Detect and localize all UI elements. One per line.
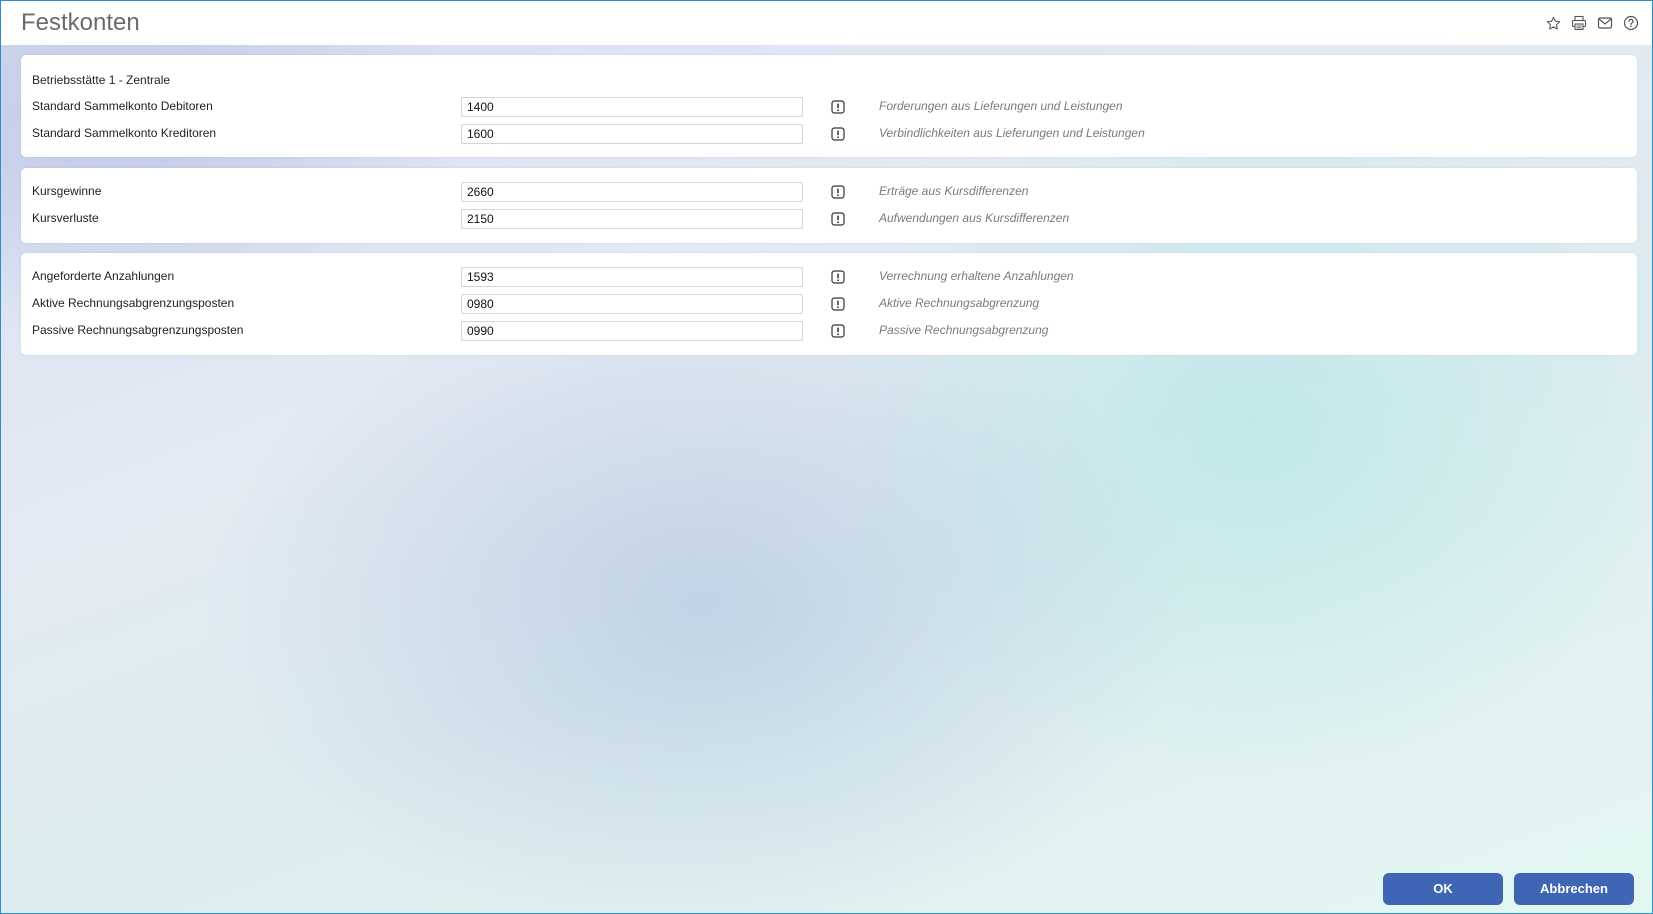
form-row-aktive-rap: Aktive Rechnungsabgrenzungsposten Aktive… [21,294,1637,316]
form-row-anzahlungen: Angeforderte Anzahlungen Verrechnung erh… [21,267,1637,289]
title-bar: Festkonten [1,1,1652,45]
field-description: Verrechnung erhaltene Anzahlungen [879,269,1074,283]
field-description: Passive Rechnungsabgrenzung [879,323,1049,337]
field-label: Angeforderte Anzahlungen [32,269,175,283]
alert-icon[interactable] [831,324,845,338]
dialog-window: Festkonten Betriebsstätte 1 - Zentrale S… [0,0,1653,914]
section-accruals: Angeforderte Anzahlungen Verrechnung erh… [21,253,1637,355]
field-description: Verbindlichkeiten aus Lieferungen und Le… [879,126,1145,140]
alert-icon[interactable] [831,212,845,226]
account-input-debitoren[interactable] [461,97,803,117]
alert-icon[interactable] [831,185,845,199]
ok-button[interactable]: OK [1383,873,1503,905]
field-description: Aktive Rechnungsabgrenzung [879,296,1040,310]
section-heading: Betriebsstätte 1 - Zentrale [32,73,171,87]
page-title: Festkonten [21,9,140,36]
field-label: Standard Sammelkonto Kreditoren [32,126,217,140]
form-row-passive-rap: Passive Rechnungsabgrenzungsposten Passi… [21,321,1637,343]
account-input-passive-rap[interactable] [461,321,803,341]
alert-icon[interactable] [831,297,845,311]
alert-icon[interactable] [831,127,845,141]
alert-icon[interactable] [831,100,845,114]
form-row-kursverluste: Kursverluste Aufwendungen aus Kursdiffer… [21,209,1637,231]
section-exchange-rates: Kursgewinne Erträge aus Kursdifferenzen … [21,168,1637,243]
account-input-aktive-rap[interactable] [461,294,803,314]
field-description: Forderungen aus Lieferungen und Leistung… [879,99,1123,113]
account-input-kreditoren[interactable] [461,124,803,144]
account-input-anzahlungen[interactable] [461,267,803,287]
mail-icon[interactable] [1596,14,1614,32]
field-label: Kursverluste [32,211,99,225]
field-description: Erträge aus Kursdifferenzen [879,184,1029,198]
field-label: Aktive Rechnungsabgrenzungsposten [32,296,235,310]
account-input-kursgewinne[interactable] [461,182,803,202]
field-label: Standard Sammelkonto Debitoren [32,99,213,113]
field-label: Kursgewinne [32,184,102,198]
account-input-kursverluste[interactable] [461,209,803,229]
title-toolbar [1544,14,1640,32]
star-icon[interactable] [1544,14,1562,32]
form-row-debitoren: Standard Sammelkonto Debitoren Forderung… [21,97,1637,119]
print-icon[interactable] [1570,14,1588,32]
cancel-button[interactable]: Abbrechen [1514,873,1634,905]
form-row-kursgewinne: Kursgewinne Erträge aus Kursdifferenzen [21,182,1637,204]
section-establishment: Betriebsstätte 1 - Zentrale Standard Sam… [21,55,1637,157]
field-description: Aufwendungen aus Kursdifferenzen [879,211,1070,225]
field-label: Passive Rechnungsabgrenzungsposten [32,323,244,337]
form-row-kreditoren: Standard Sammelkonto Kreditoren Verbindl… [21,124,1637,146]
help-icon[interactable] [1622,14,1640,32]
alert-icon[interactable] [831,270,845,284]
